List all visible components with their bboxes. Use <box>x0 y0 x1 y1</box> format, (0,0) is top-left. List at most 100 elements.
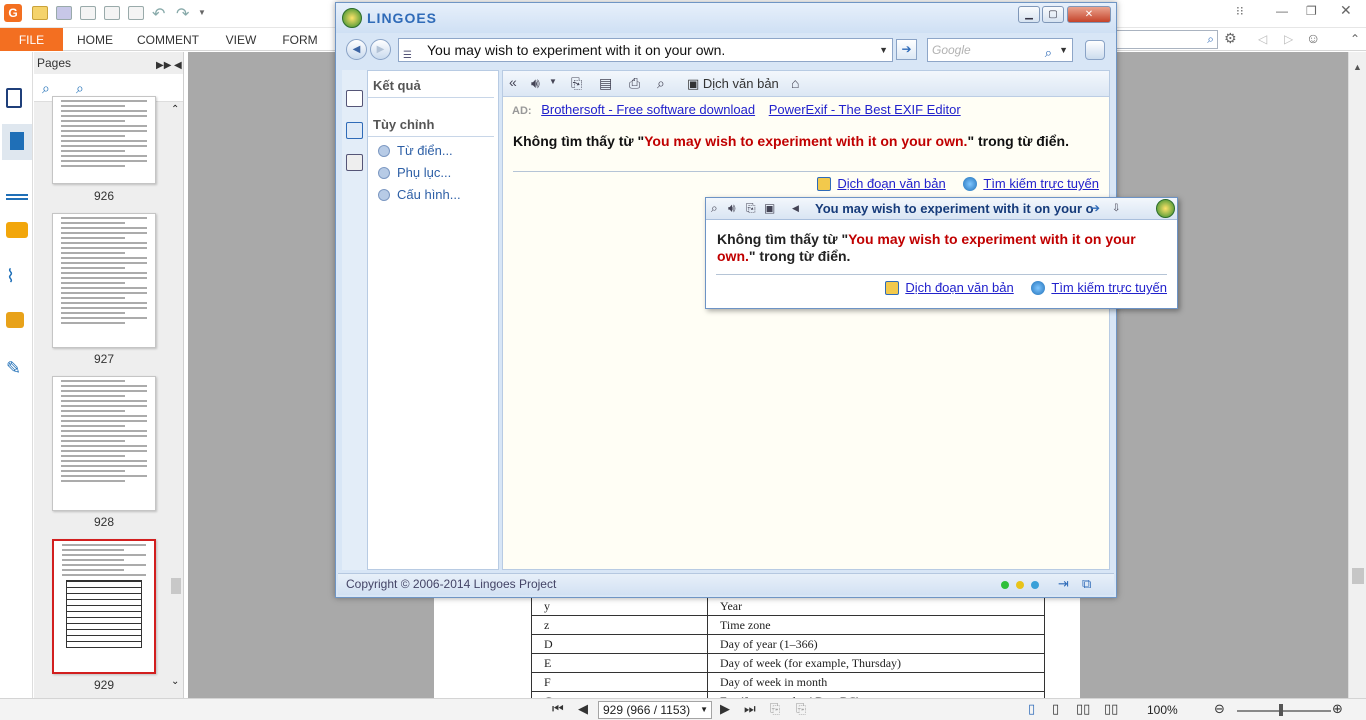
print-icon[interactable]: ⎙ <box>629 75 640 92</box>
zoom-in-icon[interactable]: ⊕ <box>1332 701 1343 717</box>
lingoes-minimize-button[interactable]: ▁ <box>1018 6 1040 23</box>
continuous-facing-icon[interactable]: ▯▯ <box>1104 701 1118 717</box>
minimize-icon[interactable]: — <box>1276 4 1288 18</box>
settings-link[interactable]: Cấu hình... <box>368 184 498 206</box>
popup-speaker-icon[interactable]: 🔊︎ <box>728 201 736 216</box>
lock-icon[interactable] <box>6 312 24 328</box>
previous-page-icon[interactable]: ◀ <box>578 701 588 717</box>
query-input[interactable]: ☰ You may wish to experiment with it on … <box>398 38 893 62</box>
window-mode-icon[interactable]: ⧉ <box>1082 576 1091 592</box>
zoom-level[interactable]: 100% <box>1147 703 1178 717</box>
continuous-page-icon[interactable]: ▯ <box>1052 701 1059 717</box>
next-view-icon[interactable]: ⎘ <box>796 701 806 717</box>
forward-button[interactable]: ▶ <box>370 39 391 60</box>
page-number-input[interactable]: 929 (966 / 1153) ▼ <box>598 701 712 719</box>
forward-arrow-icon[interactable]: ▷ <box>1284 32 1293 46</box>
scroll-up-icon[interactable]: ▲ <box>1353 62 1362 72</box>
open-folder-icon[interactable] <box>32 6 48 20</box>
collapse-panel-button[interactable]: « <box>509 74 517 90</box>
first-page-icon[interactable]: ⏮ <box>552 701 564 717</box>
popup-go-icon[interactable]: ➔ <box>1090 201 1100 215</box>
save-icon[interactable] <box>56 6 72 20</box>
page-thumbnail-926[interactable] <box>52 96 156 184</box>
ad-link-powerexif[interactable]: PowerExif - The Best EXIF Editor <box>769 102 961 117</box>
restore-icon[interactable]: ❐ <box>1306 4 1317 18</box>
comments-icon[interactable] <box>6 222 28 238</box>
user-icon[interactable]: ☺ <box>1306 30 1320 46</box>
document-scroll-thumb[interactable] <box>1352 568 1364 584</box>
print-icon[interactable] <box>80 6 96 20</box>
email-icon[interactable] <box>128 6 144 20</box>
tab-form[interactable]: FORM <box>276 28 324 51</box>
popup-translate-paragraph-link[interactable]: Dịch đoạn văn bản <box>885 280 1014 295</box>
last-page-icon[interactable]: ⏭ <box>744 701 756 717</box>
undo-icon[interactable]: ↶ <box>152 4 165 24</box>
previous-view-icon[interactable]: ⎘ <box>770 701 780 717</box>
results-page-icon[interactable] <box>346 122 363 139</box>
page-dropdown-icon[interactable]: ▼ <box>700 702 708 718</box>
tab-comment[interactable]: COMMENT <box>132 28 204 51</box>
pages-panel-scrollbar[interactable]: ⌃ ⌄ <box>170 104 182 688</box>
scroll-down-icon[interactable]: ⌄ <box>171 676 179 687</box>
popup-copy-icon[interactable]: ⎘ <box>746 201 756 216</box>
translate-paragraph-link[interactable]: Dịch đoạn văn bản <box>817 176 946 191</box>
zoom-out-icon[interactable]: ⊖ <box>1214 701 1225 717</box>
zoom-slider-track[interactable] <box>1237 710 1331 712</box>
facing-page-icon[interactable]: ▯▯ <box>1076 701 1090 717</box>
dictionary-book-icon[interactable] <box>346 90 363 107</box>
grid-icon[interactable]: ⁝⁝ <box>1236 4 1244 18</box>
page-thumbnail-929-selected[interactable] <box>52 539 156 674</box>
popup-search-online-link[interactable]: Tìm kiếm trực tuyến <box>1031 280 1167 295</box>
popup-translate-icon[interactable]: ▣ <box>764 201 775 215</box>
zoom-in-thumb-icon[interactable]: ⌕ <box>42 80 50 97</box>
layers-icon[interactable] <box>6 178 28 200</box>
signature-icon[interactable]: ✎ <box>6 358 28 380</box>
popup-search-icon[interactable]: ⌕ <box>711 201 718 216</box>
go-arrow-button[interactable]: ➔ <box>896 39 917 60</box>
speaker-icon[interactable]: 🔊︎ <box>531 75 540 92</box>
save-icon[interactable]: ▤ <box>599 75 612 92</box>
popup-lingoes-logo-icon[interactable] <box>1156 199 1175 218</box>
page-thumbnail-927[interactable] <box>52 213 156 348</box>
appendix-link[interactable]: Phụ lục... <box>368 162 498 184</box>
tab-file[interactable]: FILE <box>0 28 63 51</box>
translate-text-button[interactable]: ▣ Dịch văn bản <box>687 76 779 92</box>
lingoes-maximize-button[interactable]: ▢ <box>1042 6 1064 23</box>
search-online-link[interactable]: Tìm kiếm trực tuyến <box>963 176 1099 191</box>
dictionaries-link[interactable]: Từ điển... <box>368 140 498 162</box>
home-icon[interactable]: ⌂ <box>791 75 799 91</box>
scan-icon[interactable] <box>104 6 120 20</box>
page-thumbnail-928[interactable] <box>52 376 156 511</box>
tab-view[interactable]: VIEW <box>218 28 264 51</box>
google-dropdown-icon[interactable]: ▼ <box>1059 39 1068 61</box>
popup-pin-icon[interactable]: ⇩ <box>1112 203 1120 214</box>
lingoes-close-button[interactable]: ✕ <box>1067 6 1111 23</box>
popup-prev-icon[interactable]: ◀ <box>792 203 799 214</box>
zoom-slider-handle[interactable] <box>1279 704 1283 716</box>
next-page-icon[interactable]: ▶ <box>720 701 730 717</box>
copy-icon[interactable]: ⎘ <box>571 75 582 92</box>
find-binoculars-icon[interactable]: ⌕ <box>657 75 665 92</box>
query-dropdown-icon[interactable]: ▼ <box>879 39 888 61</box>
scroll-up-icon[interactable]: ⌃ <box>171 104 179 115</box>
tools-icon[interactable] <box>346 154 363 171</box>
ribbon-expand-icon[interactable]: ⌃ <box>1350 32 1360 46</box>
search-icon[interactable]: ⌕ <box>1207 31 1214 48</box>
speaker-dropdown-icon[interactable]: ▼ <box>549 77 557 86</box>
customize-qat-icon[interactable]: ▼ <box>198 8 206 17</box>
search-icon[interactable]: ⌕ <box>1045 42 1052 64</box>
bookmark-icon[interactable] <box>6 88 22 108</box>
ribbon-search-input[interactable]: d ⌕ <box>1102 30 1218 49</box>
zoom-out-thumb-icon[interactable]: ⌕ <box>76 80 84 97</box>
close-icon[interactable]: ✕ <box>1340 2 1352 19</box>
tab-home[interactable]: HOME <box>70 28 120 51</box>
pages-scroll-thumb[interactable] <box>171 578 181 594</box>
google-search-input[interactable]: Google ⌕ ▼ <box>927 38 1073 62</box>
back-arrow-icon[interactable]: ◁ <box>1258 32 1267 46</box>
back-button[interactable]: ◀ <box>346 39 367 60</box>
redo-icon[interactable]: ↷ <box>176 4 189 24</box>
gear-icon[interactable]: ⚙ <box>1224 30 1237 47</box>
pin-icon[interactable]: ⇥ <box>1058 576 1069 592</box>
pages-nav-icon[interactable] <box>2 124 32 160</box>
lingoes-menu-button[interactable] <box>1085 40 1105 60</box>
